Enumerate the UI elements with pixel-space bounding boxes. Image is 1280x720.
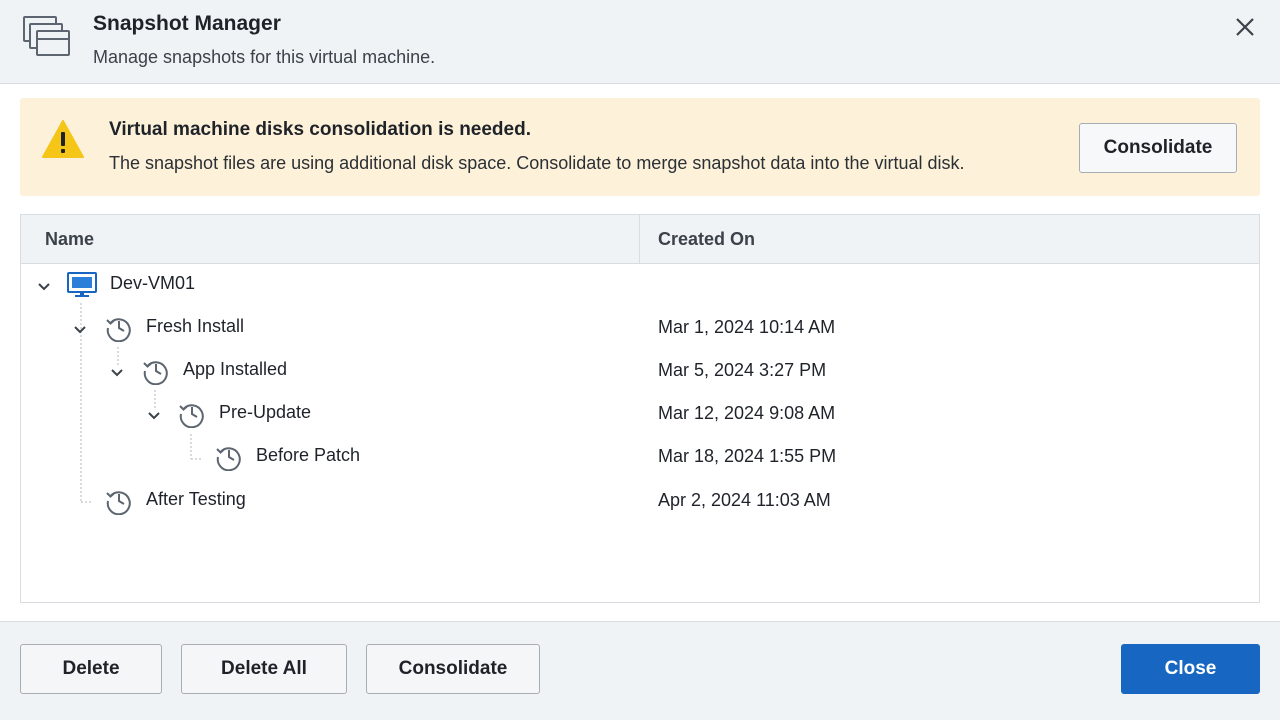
delete-all-button[interactable]: Delete All bbox=[181, 644, 347, 694]
table-header: Name Created On bbox=[21, 215, 1259, 264]
tree-row-dev-vm01[interactable]: Dev-VM01 bbox=[21, 269, 1259, 312]
dialog-footer: Delete Delete All Consolidate Close bbox=[0, 621, 1280, 720]
chevron-down-icon[interactable] bbox=[109, 364, 125, 380]
snapshot-clock-icon bbox=[178, 400, 206, 429]
warning-icon bbox=[41, 119, 85, 159]
created-on-cell: Apr 2, 2024 11:03 AM bbox=[658, 490, 831, 510]
banner-title: Virtual machine disks consolidation is n… bbox=[109, 119, 531, 140]
tree-row-after-testing[interactable]: After Testing Apr 2, 2024 11:03 AM bbox=[21, 485, 1259, 528]
tree-row-pre-update[interactable]: Pre-Update Mar 12, 2024 9:08 AM bbox=[21, 398, 1259, 441]
consolidation-warning-banner: Virtual machine disks consolidation is n… bbox=[20, 98, 1260, 196]
snapshot-clock-icon bbox=[105, 314, 133, 343]
created-on-cell: Mar 5, 2024 3:27 PM bbox=[658, 360, 827, 380]
column-header-name[interactable]: Name bbox=[45, 229, 94, 250]
dialog-header: Snapshot Manager Manage snapshots for th… bbox=[0, 0, 1280, 84]
snapshot-tree-table: Name Created On Dev-VM01 Fresh Install M… bbox=[20, 214, 1260, 603]
snapshot-clock-icon bbox=[142, 357, 170, 386]
tree-row-app-installed[interactable]: App Installed Mar 5, 2024 3:27 PM bbox=[21, 355, 1259, 398]
chevron-down-icon[interactable] bbox=[36, 278, 52, 294]
tree-node-label: After Testing bbox=[146, 489, 246, 509]
tree-row-before-patch[interactable]: Before Patch Mar 18, 2024 1:55 PM bbox=[21, 441, 1259, 484]
tree-node-label: Before Patch bbox=[256, 445, 361, 465]
dialog-subtitle: Manage snapshots for this virtual machin… bbox=[93, 47, 436, 67]
close-icon[interactable] bbox=[1228, 10, 1262, 44]
chevron-down-icon[interactable] bbox=[72, 321, 88, 337]
chevron-down-icon[interactable] bbox=[146, 407, 162, 423]
tree-node-label: Dev-VM01 bbox=[110, 273, 196, 293]
tree-node-label: Fresh Install bbox=[146, 316, 245, 336]
banner-text: The snapshot files are using additional … bbox=[109, 153, 965, 173]
snapshot-clock-icon bbox=[105, 487, 133, 516]
tree-row-fresh-install[interactable]: Fresh Install Mar 1, 2024 10:14 AM bbox=[21, 312, 1259, 355]
created-on-cell: Mar 18, 2024 1:55 PM bbox=[658, 446, 837, 466]
vm-monitor-icon bbox=[67, 271, 97, 299]
snapshots-icon bbox=[22, 15, 72, 61]
column-header-created-on[interactable]: Created On bbox=[658, 229, 755, 250]
tree-node-label: Pre-Update bbox=[219, 402, 312, 422]
delete-button[interactable]: Delete bbox=[20, 644, 162, 694]
created-on-cell: Mar 12, 2024 9:08 AM bbox=[658, 403, 836, 423]
snapshot-clock-icon bbox=[215, 443, 243, 472]
banner-consolidate-button[interactable]: Consolidate bbox=[1079, 123, 1237, 173]
close-button[interactable]: Close bbox=[1121, 644, 1260, 694]
consolidate-button[interactable]: Consolidate bbox=[366, 644, 540, 694]
dialog-title: Snapshot Manager bbox=[93, 12, 281, 35]
created-on-cell: Mar 1, 2024 10:14 AM bbox=[658, 317, 836, 337]
tree-node-label: App Installed bbox=[183, 359, 288, 379]
column-divider[interactable] bbox=[639, 215, 640, 264]
